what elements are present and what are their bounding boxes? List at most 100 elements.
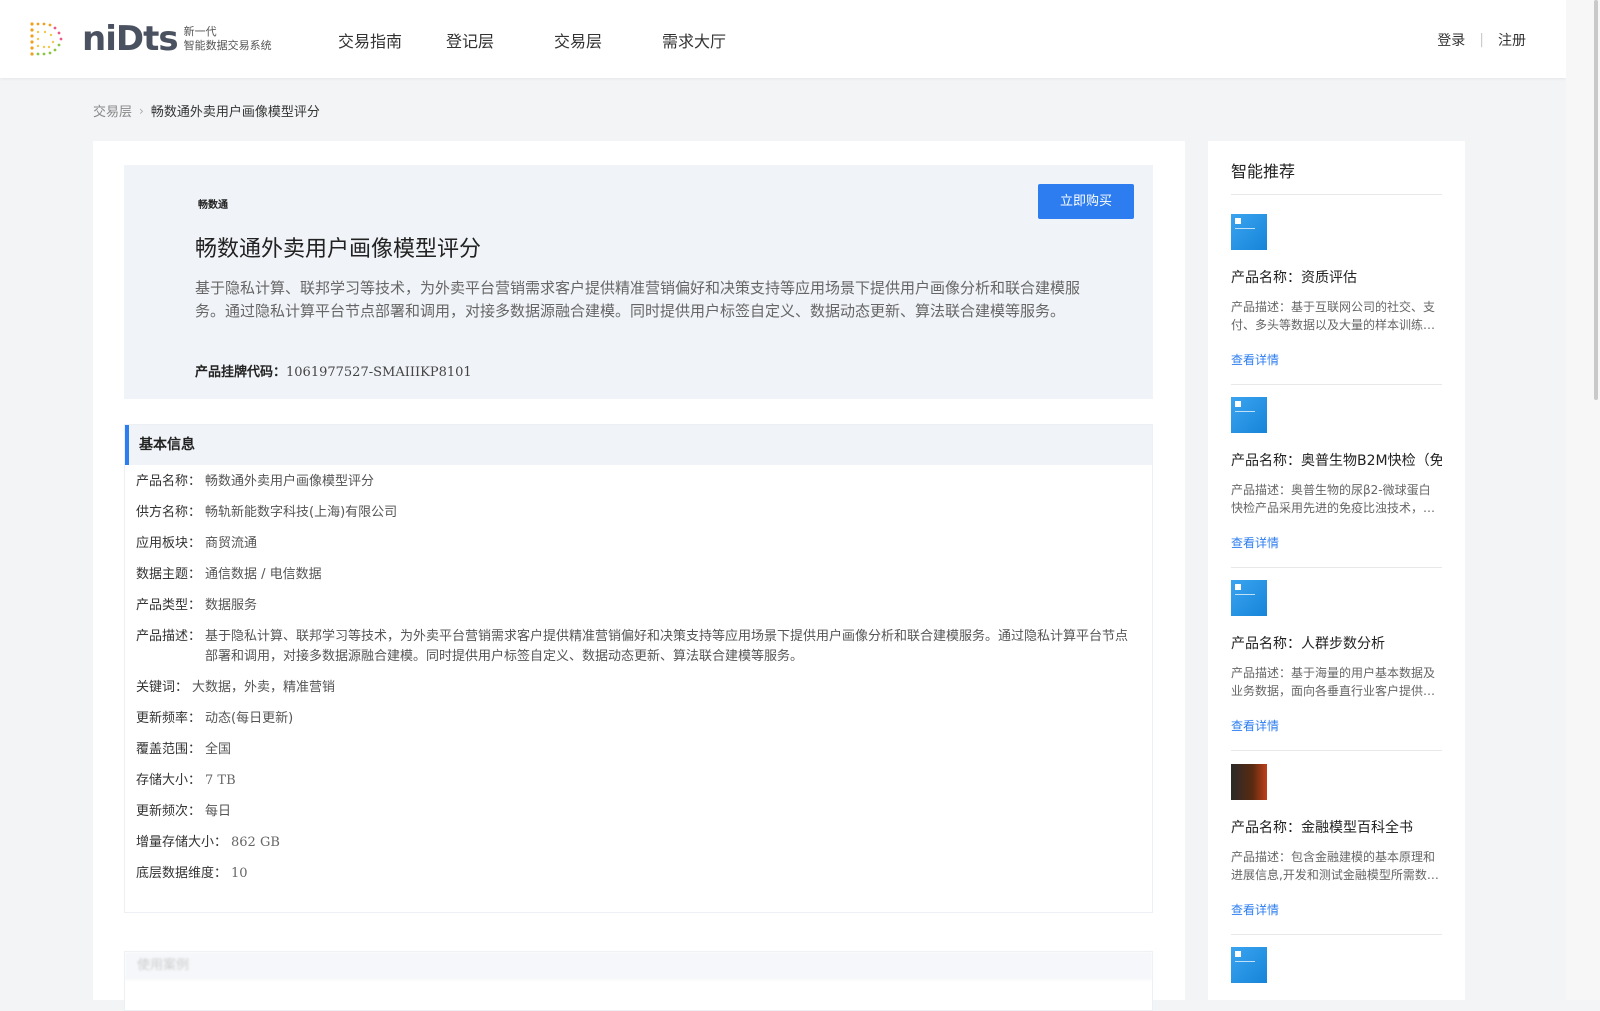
logo-subtitle-line-1: 新一代 (183, 25, 217, 38)
breadcrumb-current: 畅数通外卖用户画像模型评分 (150, 105, 320, 120)
nav-registration-layer[interactable]: 登记层 (446, 28, 554, 52)
product-thumbnail[interactable] (1231, 397, 1267, 433)
recommendation-item: 产品名称：资质评估 产品描述：基于互联网公司的社交、支付、多头等数据以及大量的样… (1231, 214, 1442, 385)
divider (1231, 194, 1442, 195)
info-value: 862 GB (231, 835, 280, 850)
info-key: 更新频率： (136, 711, 202, 726)
view-details-link[interactable]: 查看详情 (1231, 901, 1442, 918)
info-value: 商贸流通 (205, 536, 258, 551)
info-row-description: 产品描述： 基于隐私计算、联邦学习等技术，为外卖平台营销需求客户提供精准营销偏好和… (136, 627, 1141, 667)
info-key: 底层数据维度： (136, 866, 228, 881)
info-row-data-dimensions: 底层数据维度： 10 (136, 864, 1141, 884)
logo-wordmark: niDts (82, 19, 179, 59)
info-row-update-cadence: 更新频次： 每日 (136, 802, 1141, 822)
info-key: 存储大小： (136, 773, 202, 788)
recommendation-name[interactable]: 产品名称：资质评估 (1231, 267, 1442, 287)
info-row-coverage: 覆盖范围： 全国 (136, 740, 1141, 760)
page-scrollbar[interactable] (1566, 0, 1600, 1000)
divider (1231, 750, 1442, 751)
recommendation-name[interactable]: 产品名称：奥普生物B2M快检（免疫 (1231, 450, 1442, 470)
buy-now-button[interactable]: 立即购买 (1038, 184, 1134, 219)
use-cases-title: 使用案例 (125, 952, 1152, 980)
info-value: 7 TB (205, 773, 236, 788)
product-thumbnail[interactable] (1231, 947, 1267, 983)
info-row-data-topic: 数据主题： 通信数据 / 电信数据 (136, 565, 1141, 585)
product-description: 基于隐私计算、联邦学习等技术，为外卖平台营销需求客户提供精准营销偏好和决策支持等… (195, 279, 1081, 320)
info-row-sector: 应用板块： 商贸流通 (136, 534, 1141, 554)
scrollbar-thumb[interactable] (1594, 0, 1598, 400)
info-value: 大数据，外卖，精准营销 (192, 680, 336, 695)
product-main-panel: 畅数通 立即购买 畅数通外卖用户画像模型评分 基于隐私计算、联邦学习等技术，为外… (93, 141, 1185, 1011)
divider (1231, 384, 1442, 385)
info-key: 产品描述： (136, 629, 202, 644)
info-row-incremental-storage: 增量存储大小： 862 GB (136, 833, 1141, 853)
view-details-link[interactable]: 查看详情 (1231, 351, 1442, 368)
divider (1231, 934, 1442, 935)
info-key: 供方名称： (136, 505, 202, 520)
info-value: 通信数据 / 电信数据 (205, 567, 322, 582)
basic-info-list: 产品名称： 畅数通外卖用户画像模型评分 供方名称： 畅轨新能数字科技(上海)有限公司… (125, 465, 1152, 884)
nav-trading-layer[interactable]: 交易层 (554, 28, 662, 52)
info-key: 增量存储大小： (136, 835, 228, 850)
recommendation-description: 产品描述：包含金融建模的基本原理和进展信息,开发和测试金融模型所需数… (1231, 850, 1439, 882)
recommendation-item (1231, 947, 1442, 983)
recommendation-description: 产品描述：奥普生物的尿β2-微球蛋白快检产品采用先进的免疫比浊技术，… (1231, 483, 1436, 515)
info-key: 应用板块： (136, 536, 202, 551)
product-thumbnail[interactable] (1231, 214, 1267, 250)
info-value: 每日 (205, 804, 232, 819)
info-value: 全国 (205, 742, 232, 757)
logo-subtitle: 新一代 智能数据交易系统 (184, 25, 272, 53)
view-details-link[interactable]: 查看详情 (1231, 717, 1442, 734)
recommendations-title: 智能推荐 (1231, 162, 1296, 181)
recommendation-item: 产品名称：奥普生物B2M快检（免疫 产品描述：奥普生物的尿β2-微球蛋白快检产品… (1231, 397, 1442, 568)
recommendation-item: 产品名称：金融模型百科全书 产品描述：包含金融建模的基本原理和进展信息,开发和测… (1231, 764, 1442, 935)
info-key: 产品类型： (136, 598, 202, 613)
login-link[interactable]: 登录 (1437, 30, 1465, 50)
recommendation-description: 产品描述：基于海量的用户基本数据及业务数据，面向各垂直行业客户提供… (1231, 666, 1436, 698)
info-row-product-name: 产品名称： 畅数通外卖用户画像模型评分 (136, 472, 1141, 492)
view-details-link[interactable]: 查看详情 (1231, 534, 1442, 551)
logo-subtitle-line-2: 智能数据交易系统 (183, 39, 272, 52)
product-thumbnail[interactable] (1231, 580, 1267, 616)
chevron-right-icon: › (139, 103, 144, 118)
info-row-supplier: 供方名称： 畅轨新能数字科技(上海)有限公司 (136, 503, 1141, 523)
product-title: 畅数通外卖用户画像模型评分 (195, 237, 482, 262)
auth-links: 登录 | 注册 (1437, 30, 1526, 50)
recommendation-description: 产品描述：基于互联网公司的社交、支付、多头等数据以及大量的样本训练… (1231, 300, 1436, 332)
info-row-product-type: 产品类型： 数据服务 (136, 596, 1141, 616)
listing-code-label: 产品挂牌代码： (195, 365, 287, 380)
info-key: 更新频次： (136, 804, 202, 819)
recommendation-name[interactable]: 产品名称：金融模型百科全书 (1231, 817, 1442, 837)
breadcrumb: 交易层 › 畅数通外卖用户画像模型评分 (93, 101, 320, 121)
info-key: 产品名称： (136, 474, 202, 489)
recommendations-sidebar: 智能推荐 产品名称：资质评估 产品描述：基于互联网公司的社交、支付、多头等数据以… (1208, 141, 1465, 1000)
use-cases-card: 使用案例 (124, 951, 1153, 1011)
basic-info-title: 基本信息 (125, 425, 1152, 465)
nav-trade-guide[interactable]: 交易指南 (338, 28, 446, 52)
listing-code-value: 1061977527-SMAIIIKP8101 (286, 365, 472, 380)
product-brand: 畅数通 (198, 200, 228, 211)
book-cover-thumbnail[interactable] (1231, 764, 1267, 800)
logo[interactable]: niDts 新一代 智能数据交易系统 (28, 20, 272, 58)
info-value: 动态(每日更新) (205, 711, 294, 726)
info-value: 10 (231, 866, 248, 881)
info-key: 覆盖范围： (136, 742, 202, 757)
product-hero: 畅数通 立即购买 畅数通外卖用户画像模型评分 基于隐私计算、联邦学习等技术，为外… (124, 165, 1153, 399)
auth-divider: | (1479, 32, 1484, 48)
logo-mark-icon (30, 22, 63, 56)
info-row-update-frequency: 更新频率： 动态(每日更新) (136, 709, 1141, 729)
info-key: 关键词： (136, 680, 189, 695)
nav-demand-hall[interactable]: 需求大厅 (662, 28, 770, 52)
recommendation-item: 产品名称：人群步数分析 产品描述：基于海量的用户基本数据及业务数据，面向各垂直行… (1231, 580, 1442, 751)
register-link[interactable]: 注册 (1498, 30, 1526, 50)
basic-info-card: 基本信息 产品名称： 畅数通外卖用户画像模型评分 供方名称： 畅轨新能数字科技(上海… (124, 424, 1153, 913)
breadcrumb-parent[interactable]: 交易层 (93, 101, 132, 120)
info-value: 基于隐私计算、联邦学习等技术，为外卖平台营销需求客户提供精准营销偏好和决策支持等… (205, 629, 1129, 664)
product-listing-code: 产品挂牌代码：1061977527-SMAIIIKP8101 (195, 361, 472, 380)
info-row-keywords: 关键词： 大数据，外卖，精准营销 (136, 678, 1141, 698)
info-value: 畅数通外卖用户画像模型评分 (205, 474, 375, 489)
recommendation-name[interactable]: 产品名称：人群步数分析 (1231, 633, 1442, 653)
top-header: niDts 新一代 智能数据交易系统 交易指南 登记层 交易层 需求大厅 登录 … (0, 0, 1566, 78)
info-row-storage-size: 存储大小： 7 TB (136, 771, 1141, 791)
main-nav: 交易指南 登记层 交易层 需求大厅 (338, 28, 770, 52)
